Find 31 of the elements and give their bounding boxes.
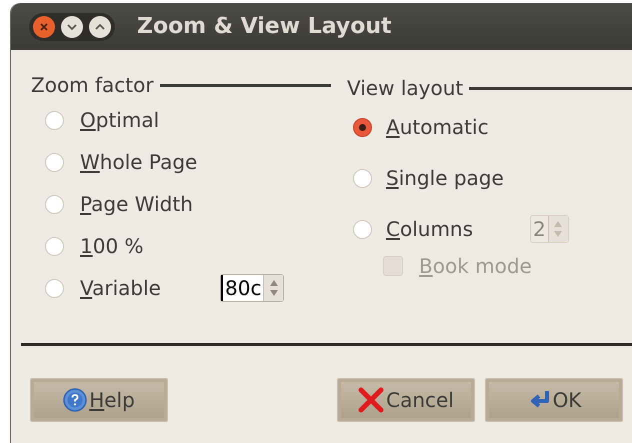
help-button[interactable]: Help <box>30 378 168 422</box>
minimize-icon[interactable] <box>61 16 83 38</box>
group-title: View layout <box>347 75 464 102</box>
radio-button[interactable] <box>353 118 372 136</box>
radio-label[interactable]: Columns <box>386 214 516 244</box>
radio-label[interactable]: Page Width <box>80 189 204 219</box>
close-icon <box>358 387 384 413</box>
spin-arrows-icon[interactable] <box>263 275 284 301</box>
window-title: Zoom & View Layout <box>137 13 392 41</box>
radio-label[interactable]: Single page <box>386 163 516 193</box>
close-icon[interactable] <box>33 16 55 38</box>
radio-label[interactable]: Optimal <box>80 105 204 135</box>
radio-label[interactable]: 100 % <box>80 231 204 261</box>
spin-field[interactable]: 80c <box>220 274 284 302</box>
spin-arrows-icon[interactable] <box>548 216 568 242</box>
radio-label[interactable]: Variable <box>80 273 204 303</box>
radio-button[interactable] <box>45 152 64 172</box>
radio-button[interactable] <box>353 168 372 188</box>
spin-value: 2 <box>532 216 547 242</box>
radio-button[interactable] <box>45 278 64 298</box>
group-title: Zoom factor <box>31 72 154 99</box>
radio-button[interactable] <box>353 220 372 238</box>
radio-label[interactable]: Whole Page <box>80 147 204 177</box>
radio-button[interactable] <box>45 110 64 130</box>
radio-button[interactable] <box>45 194 64 214</box>
cancel-button[interactable]: Cancel <box>337 378 475 422</box>
ok-button[interactable]: OK <box>485 378 623 422</box>
radio-button[interactable] <box>45 236 64 256</box>
maximize-icon[interactable] <box>89 16 111 38</box>
help-icon <box>63 388 88 412</box>
radio-label[interactable]: Automatic <box>386 112 516 142</box>
